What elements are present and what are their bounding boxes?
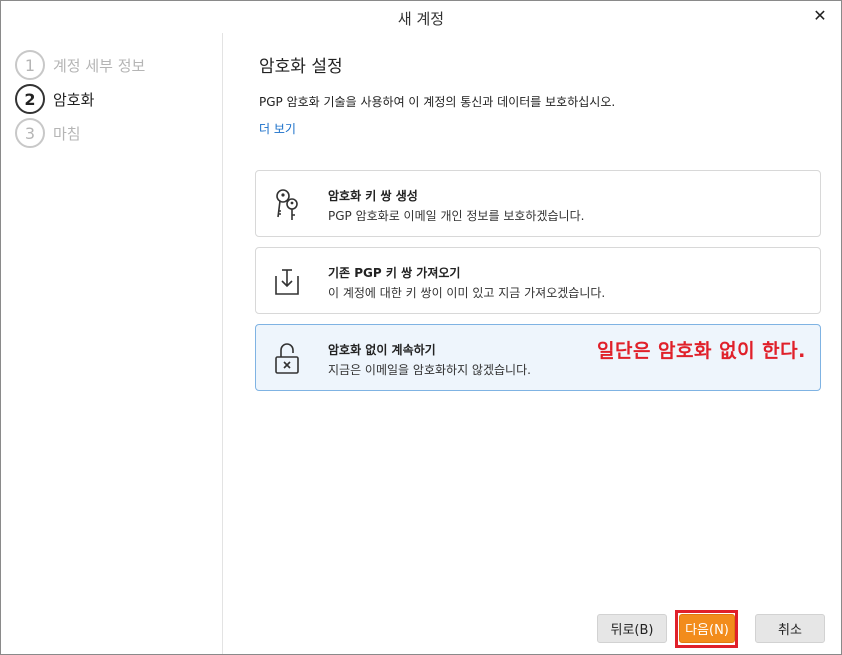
step-label: 계정 세부 정보 bbox=[53, 56, 146, 75]
step-encryption: 2 암호화 bbox=[15, 84, 94, 114]
unlocked-icon bbox=[275, 343, 299, 374]
option-title: 기존 PGP 키 쌍 가져오기 bbox=[328, 266, 461, 280]
title-bar: 새 계정 ✕ bbox=[1, 1, 841, 33]
keys-icon bbox=[276, 189, 298, 220]
option-description: 지금은 이메일을 암호화하지 않겠습니다. bbox=[328, 363, 531, 377]
cancel-button[interactable]: 취소 bbox=[755, 614, 825, 643]
import-icon bbox=[275, 269, 299, 295]
learn-more-link[interactable]: 더 보기 bbox=[259, 120, 296, 137]
page-description: PGP 암호화 기술을 사용하여 이 계정의 통신과 데이터를 보호하십시오. bbox=[259, 95, 616, 109]
close-icon[interactable]: ✕ bbox=[809, 5, 831, 27]
step-finish: 3 마침 bbox=[15, 118, 81, 148]
option-description: PGP 암호화로 이메일 개인 정보를 보호하겠습니다. bbox=[328, 209, 585, 223]
step-label: 암호화 bbox=[53, 90, 95, 109]
option-title: 암호화 없이 계속하기 bbox=[328, 343, 436, 357]
option-generate-keypair[interactable]: 암호화 키 쌍 생성 PGP 암호화로 이메일 개인 정보를 보호하겠습니다. bbox=[255, 170, 821, 237]
annotation-text: 일단은 암호화 없이 한다. bbox=[597, 340, 806, 362]
step-number: 3 bbox=[15, 118, 45, 148]
page-title: 암호화 설정 bbox=[259, 57, 343, 77]
dialog-window: 새 계정 ✕ 1 계정 세부 정보 2 암호화 3 마침 암호화 설정 PGP … bbox=[0, 0, 842, 655]
step-number: 1 bbox=[15, 50, 45, 80]
option-description: 이 계정에 대한 키 쌍이 이미 있고 지금 가져오겠습니다. bbox=[328, 286, 606, 300]
option-import-keypair[interactable]: 기존 PGP 키 쌍 가져오기 이 계정에 대한 키 쌍이 이미 있고 지금 가… bbox=[255, 247, 821, 314]
next-button[interactable]: 다음(N) bbox=[679, 614, 735, 643]
step-account-details: 1 계정 세부 정보 bbox=[15, 50, 145, 80]
option-title: 암호화 키 쌍 생성 bbox=[328, 189, 418, 203]
step-label: 마침 bbox=[53, 124, 81, 143]
steps-sidebar: 1 계정 세부 정보 2 암호화 3 마침 bbox=[1, 33, 223, 654]
back-button[interactable]: 뒤로(B) bbox=[597, 614, 667, 643]
window-title: 새 계정 bbox=[397, 10, 445, 28]
step-number: 2 bbox=[15, 84, 45, 114]
